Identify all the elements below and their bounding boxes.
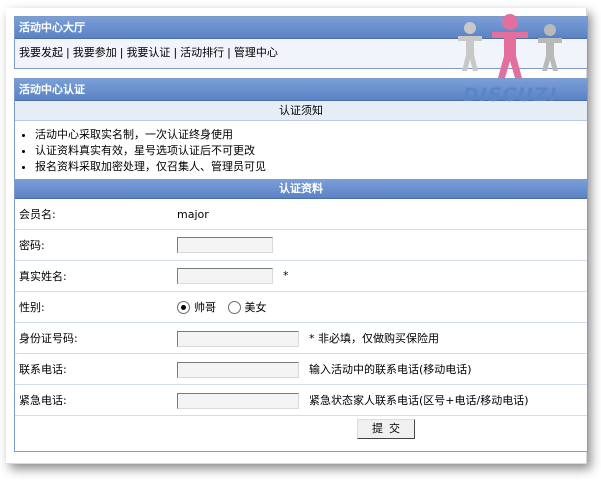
people-figures-icon xyxy=(458,14,562,78)
realname-required-mark: * xyxy=(283,269,289,282)
gender-male-radio[interactable] xyxy=(177,300,190,314)
nav-ranking[interactable]: 活动排行 xyxy=(180,46,224,59)
idcard-hint: * 非必填，仅做购买保险用 xyxy=(309,331,439,345)
notice-item: 报名资料采取加密处理，仅召集人、管理员可见 xyxy=(35,159,587,175)
form-row-member: 会员名: major xyxy=(15,199,587,230)
realname-label: 真实姓名: xyxy=(15,260,173,292)
page-sheet: 活动中心大厅 我要发起 | 我要参加 | 我要认证 | 活动排行 | 管理中心 活动中心认证 认… xyxy=(6,8,588,464)
phone-label: 联系电话: xyxy=(15,353,173,385)
phone-hint: 输入活动中的联系电话(移动电话) xyxy=(309,362,472,376)
form-row-realname: 真实姓名: * xyxy=(15,260,587,292)
notice-list: 活动中心采取实名制，一次认证终身使用 认证资料真实有效，星号选项认证后不可更改 … xyxy=(15,127,587,175)
form-row-gender: 性别: 帅哥 美女 xyxy=(15,291,587,323)
certification-form: 会员名: major 密码: 真实姓名: * 性别: 帅哥 美女 身份证号码: … xyxy=(15,199,587,416)
nav-admin-center[interactable]: 管理中心 xyxy=(234,46,278,59)
member-value: major xyxy=(173,199,587,230)
idcard-input[interactable] xyxy=(177,330,299,347)
gender-female-label: 美女 xyxy=(244,301,267,314)
form-row-idcard: 身份证号码: * 非必填，仅做购买保险用 xyxy=(15,322,587,354)
form-row-password: 密码: xyxy=(15,229,587,261)
gender-label: 性别: xyxy=(15,291,173,323)
discuz-logo: DISCUZ! xyxy=(452,14,572,112)
gender-female-radio[interactable] xyxy=(227,300,241,314)
gender-male-label: 帅哥 xyxy=(194,301,216,314)
discuz-logo-text: DISCUZ! xyxy=(463,84,559,106)
idcard-label: 身份证号码: xyxy=(15,322,173,354)
member-label: 会员名: xyxy=(15,199,173,230)
form-row-emergency: 紧急电话: 紧急状态家人联系电话(区号+电话/移动电话) xyxy=(15,384,587,416)
realname-input[interactable] xyxy=(177,268,273,284)
emergency-input[interactable] xyxy=(177,392,299,409)
submit-button[interactable]: 提交 xyxy=(357,419,415,439)
notice-item: 活动中心采取实名制，一次认证终身使用 xyxy=(35,127,587,143)
nav-start-activity[interactable]: 我要发起 xyxy=(19,46,63,59)
info-header: 认证资料 xyxy=(15,179,587,199)
submit-row: 提交 xyxy=(15,416,587,439)
phone-input[interactable] xyxy=(177,361,299,378)
password-input[interactable] xyxy=(177,237,273,253)
password-label: 密码: xyxy=(15,229,173,261)
nav-certify[interactable]: 我要认证 xyxy=(126,46,170,59)
emergency-hint: 紧急状态家人联系电话(区号+电话/移动电话) xyxy=(309,393,529,407)
nav-join-activity[interactable]: 我要参加 xyxy=(73,46,117,59)
emergency-label: 紧急电话: xyxy=(15,384,173,416)
form-row-phone: 联系电话: 输入活动中的联系电话(移动电话) xyxy=(15,353,587,385)
certification-panel: 活动中心认证 认证须知 活动中心采取实名制，一次认证终身使用 认证资料真实有效，… xyxy=(14,78,588,452)
notice-item: 认证资料真实有效，星号选项认证后不可更改 xyxy=(35,143,587,159)
